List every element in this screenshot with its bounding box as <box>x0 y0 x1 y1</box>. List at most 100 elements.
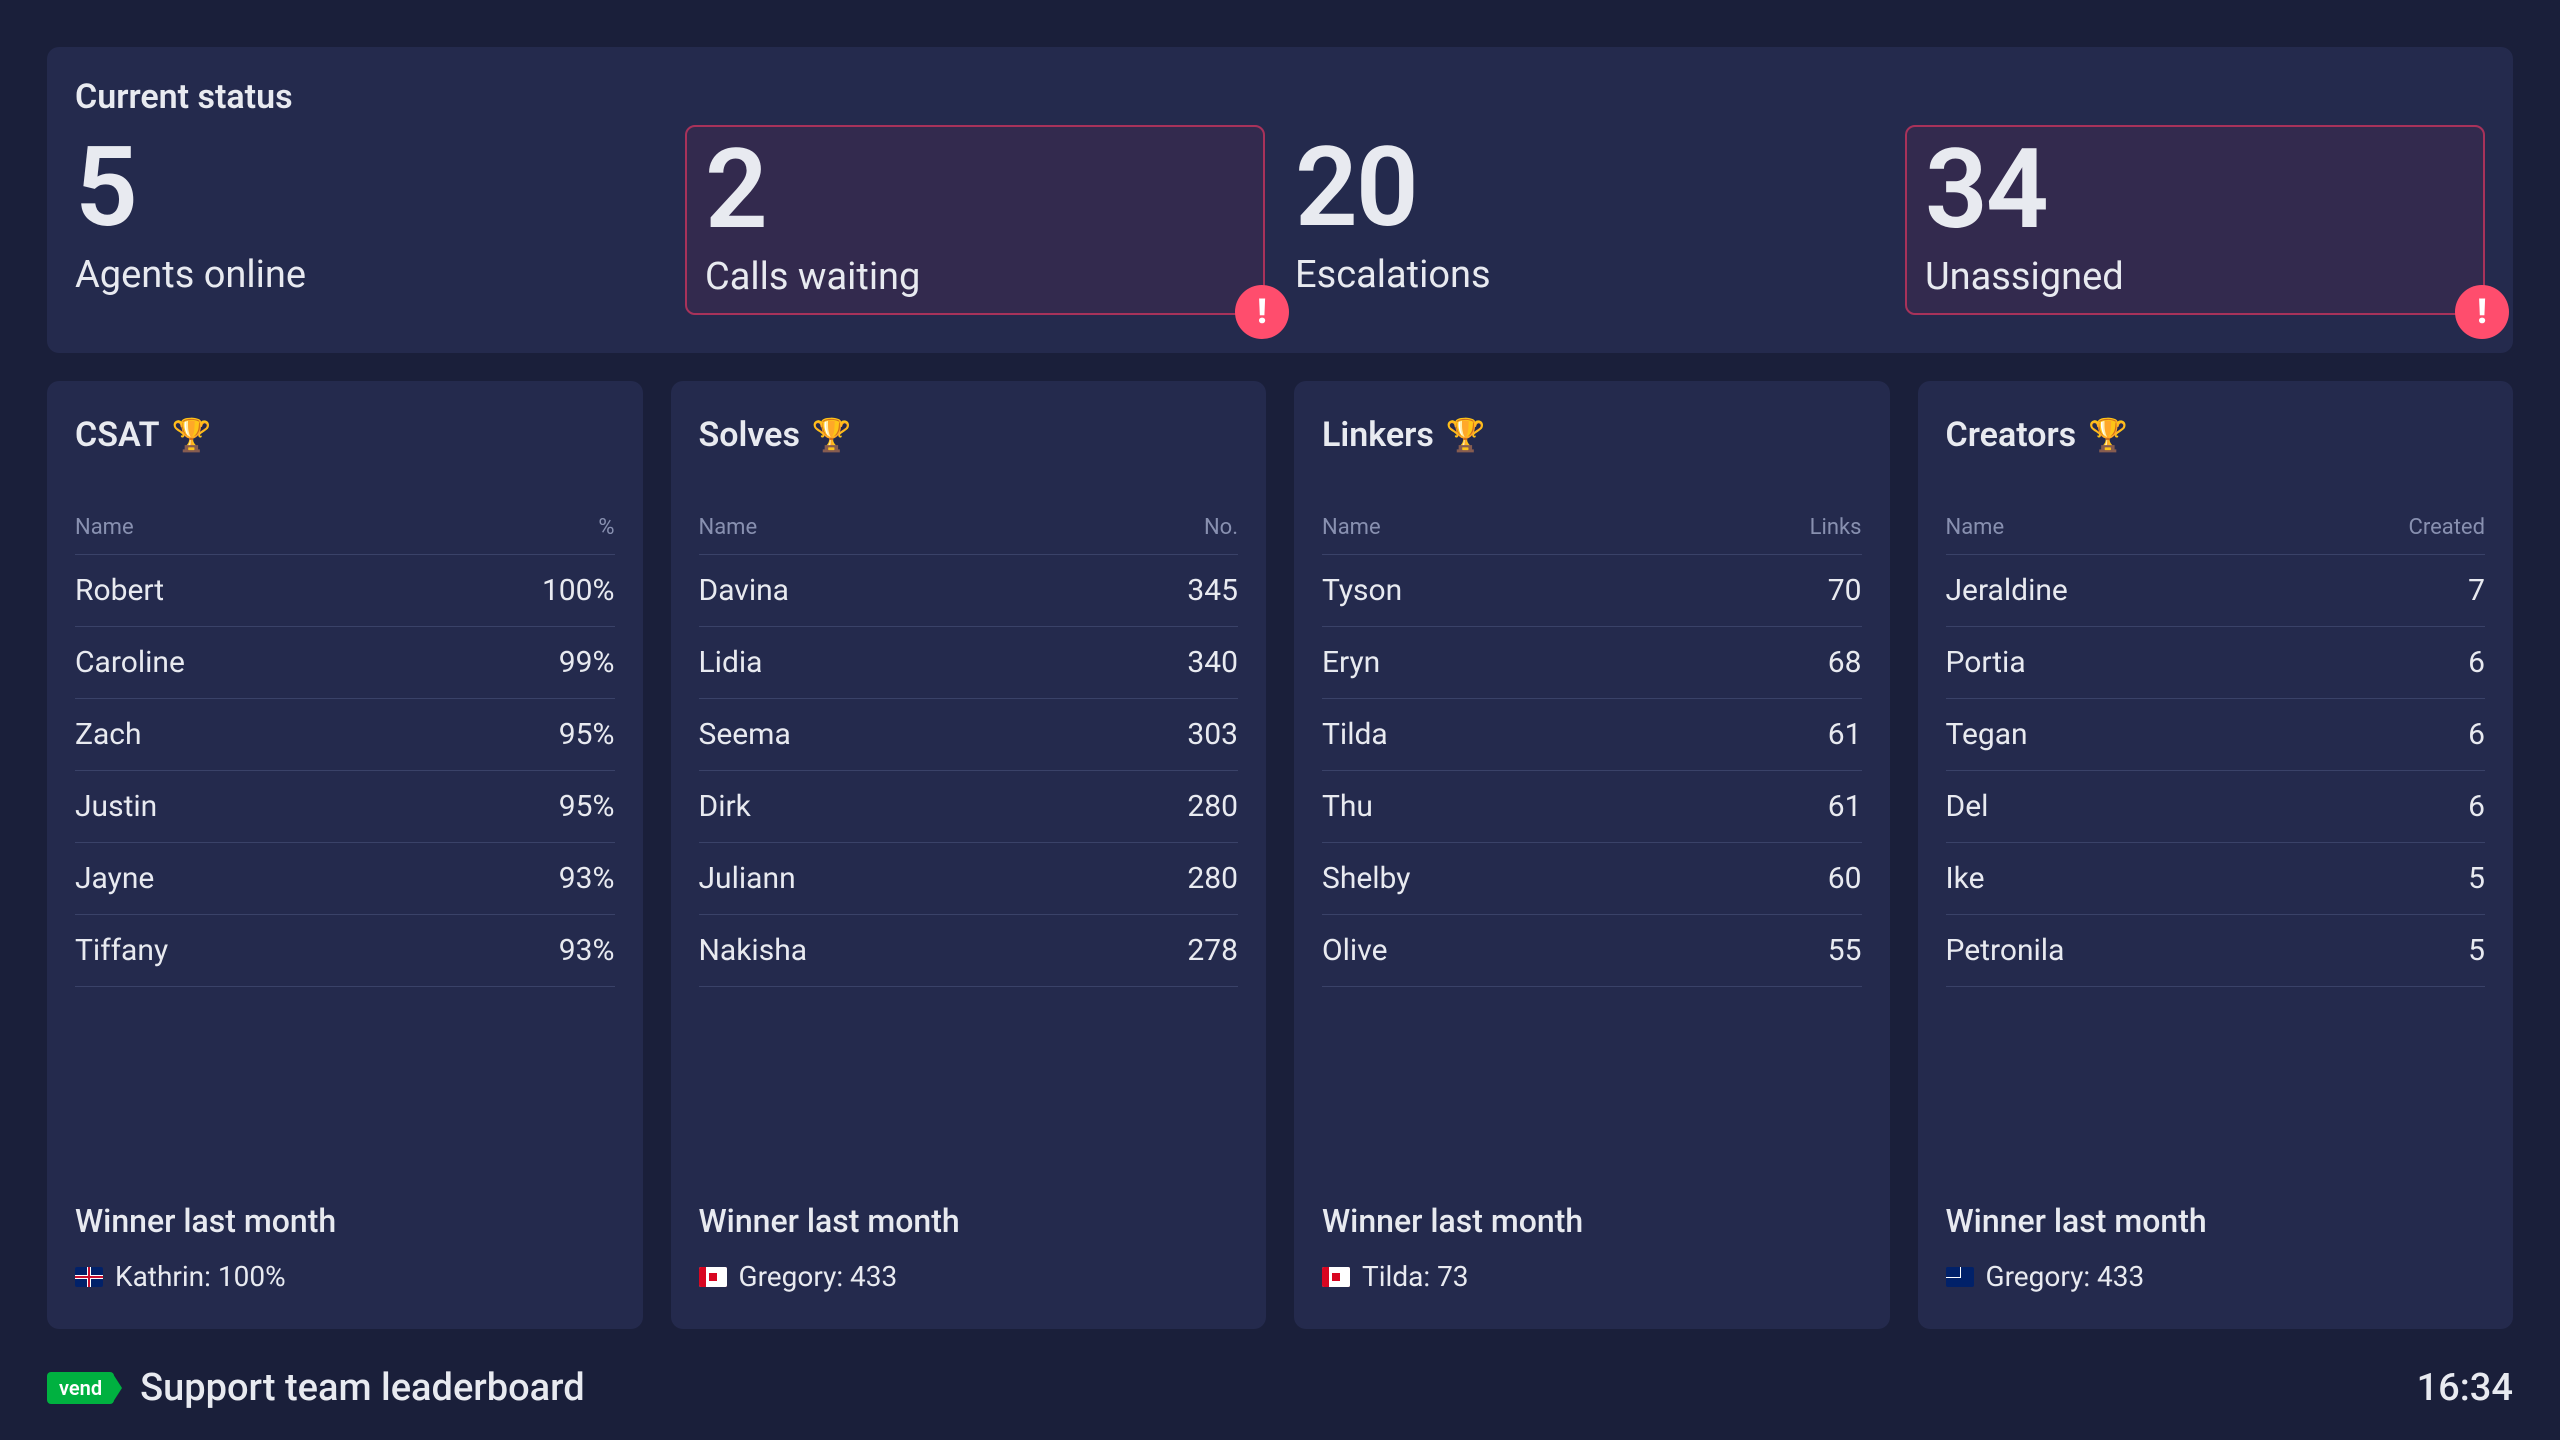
board-title-text: Linkers <box>1322 415 1434 455</box>
table-row: Shelby60 <box>1322 843 1862 915</box>
status-panel: Current status 5Agents online2Calls wait… <box>47 47 2513 353</box>
winner-label: Winner last month <box>1322 1202 1862 1240</box>
cell-name: Jayne <box>75 843 400 915</box>
cell-name: Thu <box>1322 771 1662 843</box>
winner-value: Gregory: 433 <box>1946 1260 2486 1293</box>
winner-text: Gregory: 433 <box>1986 1260 2145 1293</box>
cell-name: Dirk <box>699 771 1067 843</box>
cell-value: 5 <box>2277 915 2485 987</box>
leaderboard-grid: CSAT🏆 Name%Robert100%Caroline99%Zach95%Ju… <box>47 381 2513 1329</box>
cell-value: 100% <box>400 555 615 627</box>
table-row: Tegan6 <box>1946 699 2486 771</box>
table-row: Tilda61 <box>1322 699 1862 771</box>
cell-name: Del <box>1946 771 2278 843</box>
cell-value: 95% <box>400 699 615 771</box>
flag-icon <box>1322 1267 1350 1287</box>
status-grid: 5Agents online2Calls waiting!20Escalatio… <box>75 125 2485 315</box>
cell-value: 280 <box>1066 771 1238 843</box>
status-card-escalations: 20Escalations <box>1295 125 1875 315</box>
cell-name: Caroline <box>75 627 400 699</box>
table-row: Ike5 <box>1946 843 2486 915</box>
status-value: 2 <box>705 135 1243 245</box>
table-row: Justin95% <box>75 771 615 843</box>
cell-name: Shelby <box>1322 843 1662 915</box>
leaderboard-csat: CSAT🏆 Name%Robert100%Caroline99%Zach95%Ju… <box>47 381 643 1329</box>
flag-icon <box>699 1267 727 1287</box>
cell-name: Tilda <box>1322 699 1662 771</box>
board-title-text: Creators <box>1946 415 2077 455</box>
board-title: CSAT🏆 <box>75 415 615 455</box>
cell-value: 278 <box>1066 915 1238 987</box>
cell-name: Davina <box>699 555 1067 627</box>
winner-label: Winner last month <box>1946 1202 2486 1240</box>
winner-text: Kathrin: 100% <box>115 1260 286 1293</box>
table-row: Caroline99% <box>75 627 615 699</box>
cell-value: 7 <box>2277 555 2485 627</box>
cell-name: Ike <box>1946 843 2278 915</box>
status-label: Agents online <box>75 253 635 297</box>
board-title: Linkers 🏆 <box>1322 415 1862 455</box>
table-row: Juliann280 <box>699 843 1239 915</box>
cell-value: 303 <box>1066 699 1238 771</box>
board-title-text: Solves <box>699 415 800 455</box>
status-value: 34 <box>1925 135 2463 245</box>
flag-icon <box>75 1267 103 1287</box>
winner-text: Gregory: 433 <box>739 1260 898 1293</box>
table-row: Seema303 <box>699 699 1239 771</box>
cell-name: Tiffany <box>75 915 400 987</box>
winner-section: Winner last monthKathrin: 100% <box>75 1202 615 1293</box>
status-card-calls-waiting: 2Calls waiting! <box>685 125 1265 315</box>
footer: vend Support team leaderboard 16:34 <box>47 1366 2513 1410</box>
cell-name: Lidia <box>699 627 1067 699</box>
table-row: Jeraldine7 <box>1946 555 2486 627</box>
cell-value: 99% <box>400 627 615 699</box>
column-header-name: Name <box>1946 515 2278 555</box>
table-row: Lidia340 <box>699 627 1239 699</box>
brand-badge: vend <box>47 1372 114 1404</box>
table-row: Portia6 <box>1946 627 2486 699</box>
board-table: Name%Robert100%Caroline99%Zach95%Justin9… <box>75 515 615 987</box>
status-label: Unassigned <box>1925 255 2463 299</box>
cell-value: 93% <box>400 915 615 987</box>
board-title: Solves 🏆 <box>699 415 1239 455</box>
status-label: Escalations <box>1295 253 1855 297</box>
cell-name: Tegan <box>1946 699 2278 771</box>
page-title: Support team leaderboard <box>140 1366 585 1410</box>
column-header-name: Name <box>1322 515 1662 555</box>
cell-name: Jeraldine <box>1946 555 2278 627</box>
cell-value: 340 <box>1066 627 1238 699</box>
cell-value: 68 <box>1662 627 1861 699</box>
leaderboard-creators: Creators 🏆 NameCreatedJeraldine7Portia6Teg… <box>1918 381 2514 1329</box>
winner-label: Winner last month <box>699 1202 1239 1240</box>
table-row: Jayne93% <box>75 843 615 915</box>
column-header-value: No. <box>1066 515 1238 555</box>
cell-value: 345 <box>1066 555 1238 627</box>
cell-name: Tyson <box>1322 555 1662 627</box>
trophy-icon: 🏆 <box>1446 416 1486 454</box>
status-value: 5 <box>75 133 635 243</box>
board-table: NameNo.Davina345Lidia340Seema303Dirk280J… <box>699 515 1239 987</box>
cell-value: 70 <box>1662 555 1861 627</box>
cell-name: Nakisha <box>699 915 1067 987</box>
footer-left: vend Support team leaderboard <box>47 1366 585 1410</box>
table-row: Nakisha278 <box>699 915 1239 987</box>
cell-value: 60 <box>1662 843 1861 915</box>
status-card-unassigned: 34Unassigned! <box>1905 125 2485 315</box>
table-row: Petronila5 <box>1946 915 2486 987</box>
cell-value: 6 <box>2277 771 2485 843</box>
cell-value: 6 <box>2277 699 2485 771</box>
trophy-icon: 🏆 <box>2088 416 2128 454</box>
alert-icon: ! <box>1235 285 1289 339</box>
board-table: NameLinksTyson70Eryn68Tilda61Thu61Shelby… <box>1322 515 1862 987</box>
status-label: Calls waiting <box>705 255 1243 299</box>
leaderboard-linkers: Linkers 🏆 NameLinksTyson70Eryn68Tilda61Thu… <box>1294 381 1890 1329</box>
table-row: Eryn68 <box>1322 627 1862 699</box>
status-card-agents-online: 5 Agents online <box>75 125 655 315</box>
board-table: NameCreatedJeraldine7Portia6Tegan6Del6Ik… <box>1946 515 2486 987</box>
flag-icon <box>1946 1267 1974 1287</box>
column-header-value: Links <box>1662 515 1861 555</box>
table-row: Dirk280 <box>699 771 1239 843</box>
trophy-icon: 🏆 <box>812 416 852 454</box>
cell-name: Justin <box>75 771 400 843</box>
winner-text: Tilda: 73 <box>1362 1260 1469 1293</box>
